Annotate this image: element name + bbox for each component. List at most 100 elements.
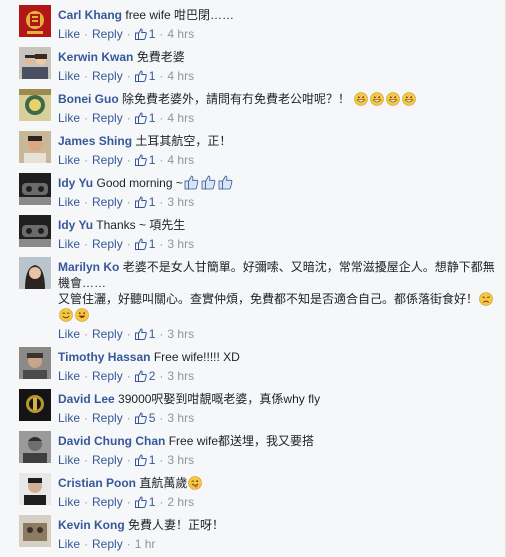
comment-author[interactable]: David Lee — [58, 392, 115, 406]
like-count[interactable]: 1 — [134, 194, 155, 210]
comment-author[interactable]: Kerwin Kwan — [58, 50, 133, 64]
comment-author[interactable]: David Chung Chan — [58, 434, 165, 448]
comment-text: Free wife都送埋，我又要搭 — [168, 434, 315, 448]
timestamp[interactable]: 3 hrs — [167, 452, 194, 468]
thumbs-up-icon — [134, 196, 147, 208]
reply-link[interactable]: Reply — [92, 110, 123, 126]
comment: Kerwin Kwan 免費老婆 Like · Reply · 1 · 4 hr… — [0, 44, 505, 86]
like-link[interactable]: Like — [58, 368, 80, 384]
timestamp[interactable]: 4 hrs — [167, 26, 194, 42]
comment-author[interactable]: Kevin Kong — [58, 518, 125, 532]
timestamp[interactable]: 1 hr — [135, 536, 156, 552]
like-link[interactable]: Like — [58, 194, 80, 210]
separator: · — [84, 27, 89, 41]
like-link[interactable]: Like — [58, 452, 80, 468]
like-link[interactable]: Like — [58, 68, 80, 84]
comment-text: free wife 咁巴閉…… — [125, 8, 235, 22]
reply-link[interactable]: Reply — [92, 494, 123, 510]
avatar[interactable] — [19, 347, 51, 379]
thumbs-up-icon — [134, 112, 147, 124]
comment: Carl Khang free wife 咁巴閉…… Like · Reply … — [0, 2, 505, 44]
comment-author[interactable]: Marilyn Ko — [58, 260, 119, 274]
reply-link[interactable]: Reply — [92, 236, 123, 252]
thumbs-up-icon — [134, 412, 147, 424]
reply-link[interactable]: Reply — [92, 68, 123, 84]
comment-author[interactable]: Cristian Poon — [58, 476, 136, 490]
separator: · — [84, 111, 89, 125]
like-link[interactable]: Like — [58, 326, 80, 342]
like-link[interactable]: Like — [58, 536, 80, 552]
grin-emoji-icon — [386, 92, 401, 106]
like-link[interactable]: Like — [58, 494, 80, 510]
reply-link[interactable]: Reply — [92, 26, 123, 42]
like-count[interactable]: 1 — [134, 152, 155, 168]
reply-link[interactable]: Reply — [92, 452, 123, 468]
separator: · — [126, 495, 131, 509]
reply-link[interactable]: Reply — [92, 152, 123, 168]
like-link[interactable]: Like — [58, 236, 80, 252]
timestamp[interactable]: 4 hrs — [167, 110, 194, 126]
comment-text: 又管住灑，好聽叫關心。查實仲煩，免費都不知是否適合自己。都係落街食好！ — [58, 292, 479, 306]
timestamp[interactable]: 4 hrs — [167, 152, 194, 168]
separator: · — [159, 495, 164, 509]
separator: · — [84, 69, 89, 83]
separator: · — [126, 237, 131, 251]
like-count[interactable]: 1 — [134, 326, 155, 342]
comment-author[interactable]: James Shing — [58, 134, 132, 148]
thumbs-up-icon — [134, 328, 147, 340]
avatar[interactable] — [19, 515, 51, 547]
timestamp[interactable]: 4 hrs — [167, 68, 194, 84]
smile-emoji-icon — [59, 308, 73, 322]
timestamp[interactable]: 3 hrs — [167, 326, 194, 342]
like-count[interactable]: 1 — [134, 494, 155, 510]
timestamp[interactable]: 2 hrs — [167, 494, 194, 510]
thumbs-up-icon — [134, 28, 147, 40]
like-count[interactable]: 1 — [134, 236, 155, 252]
comment: Kevin Kong 免費人妻！正呀！ Like · Reply · 1 hr — [0, 512, 505, 557]
timestamp[interactable]: 3 hrs — [167, 236, 194, 252]
comment-author[interactable]: Idy Yu — [58, 176, 93, 190]
avatar[interactable] — [19, 89, 51, 121]
reply-link[interactable]: Reply — [92, 326, 123, 342]
avatar[interactable] — [19, 215, 51, 247]
like-count[interactable]: 1 — [134, 26, 155, 42]
separator: · — [84, 369, 89, 383]
avatar[interactable] — [19, 47, 51, 79]
like-count[interactable]: 1 — [134, 68, 155, 84]
reply-link[interactable]: Reply — [92, 368, 123, 384]
comment-text: Good morning ~ — [96, 176, 183, 190]
avatar[interactable] — [19, 173, 51, 205]
separator: · — [84, 453, 89, 467]
comment-author[interactable]: Bonei Guo — [58, 92, 119, 106]
comment-author[interactable]: Idy Yu — [58, 218, 93, 232]
avatar[interactable] — [19, 389, 51, 421]
separator: · — [84, 237, 89, 251]
like-count[interactable]: 1 — [134, 452, 155, 468]
avatar[interactable] — [19, 131, 51, 163]
like-link[interactable]: Like — [58, 410, 80, 426]
reply-link[interactable]: Reply — [92, 194, 123, 210]
avatar[interactable] — [19, 5, 51, 37]
avatar[interactable] — [19, 473, 51, 505]
like-count[interactable]: 1 — [134, 110, 155, 126]
grin-emoji-icon — [354, 92, 369, 106]
comment-author[interactable]: Carl Khang — [58, 8, 122, 22]
like-count[interactable]: 5 — [134, 410, 155, 426]
thumbs-up-icon — [134, 370, 147, 382]
separator: · — [84, 537, 89, 551]
like-link[interactable]: Like — [58, 152, 80, 168]
comment-thread: Carl Khang free wife 咁巴閉…… Like · Reply … — [0, 0, 506, 557]
reply-link[interactable]: Reply — [92, 536, 123, 552]
timestamp[interactable]: 3 hrs — [167, 194, 194, 210]
reply-link[interactable]: Reply — [92, 410, 123, 426]
like-link[interactable]: Like — [58, 26, 80, 42]
comment-text: 免費老婆 — [136, 50, 185, 64]
like-count[interactable]: 2 — [134, 368, 155, 384]
avatar[interactable] — [19, 257, 51, 289]
like-link[interactable]: Like — [58, 110, 80, 126]
comment: Timothy Hassan Free wife!!!!! XD Like · … — [0, 344, 505, 386]
comment-author[interactable]: Timothy Hassan — [58, 350, 150, 364]
timestamp[interactable]: 3 hrs — [167, 368, 194, 384]
avatar[interactable] — [19, 431, 51, 463]
timestamp[interactable]: 3 hrs — [167, 410, 194, 426]
